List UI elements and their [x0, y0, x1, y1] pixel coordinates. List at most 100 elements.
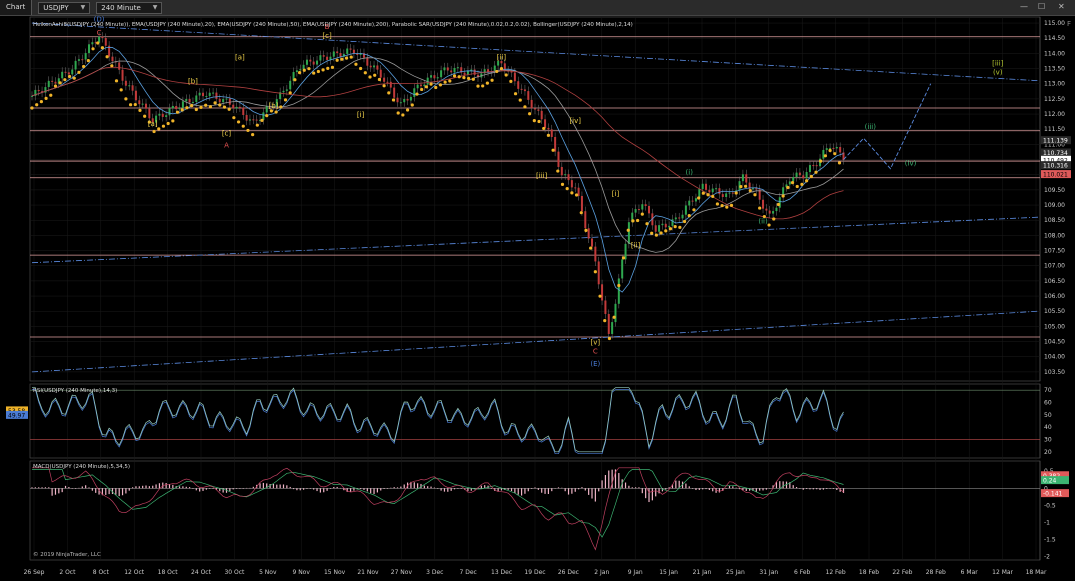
sar-dot — [171, 119, 175, 123]
macd-histogram-bar — [343, 488, 345, 491]
candle — [587, 228, 590, 239]
candle — [637, 209, 640, 211]
macd-histogram-bar — [296, 488, 298, 491]
sar-dot — [161, 124, 166, 128]
price-y-tick: 107.50 — [1044, 248, 1065, 255]
macd-histogram-bar — [138, 486, 140, 489]
macd-histogram-bar — [373, 488, 375, 494]
instrument-select[interactable]: USDJPY ▼ — [38, 1, 91, 14]
ema-200-line — [31, 66, 844, 220]
macd-histogram-bar — [276, 484, 278, 489]
chart-tab[interactable]: Chart — [0, 0, 33, 15]
macd-histogram-bar — [541, 488, 543, 493]
back-arrow-icon[interactable]: ← — [1019, 23, 1029, 37]
candle — [222, 99, 225, 103]
sar-dot — [227, 107, 231, 111]
macd-histogram-bar — [470, 488, 472, 491]
macd-histogram-bar — [510, 488, 513, 492]
price-y-tick: 108.00 — [1044, 232, 1065, 239]
sar-dot — [621, 256, 626, 260]
sar-dot — [523, 105, 527, 109]
macd-histogram-bar — [775, 481, 778, 489]
price-y-tick: 112.50 — [1044, 96, 1065, 103]
macd-y-tick: -1 — [1044, 519, 1050, 526]
candle — [735, 190, 738, 193]
candle — [544, 119, 547, 128]
wave-label: [v] — [591, 339, 601, 347]
macd-histogram-bar — [326, 488, 328, 491]
candle — [175, 105, 178, 110]
wave-label: [ii] — [631, 242, 641, 250]
macd-histogram-bar — [614, 469, 617, 489]
instrument-label: USDJPY — [43, 3, 69, 12]
candle — [446, 67, 449, 71]
timeframe-select[interactable]: 240 Minute ▼ — [96, 1, 163, 14]
macd-histogram-bar — [142, 485, 144, 489]
candle — [450, 70, 453, 73]
sar-dot — [166, 121, 170, 126]
macd-histogram-bar — [584, 488, 586, 491]
macd-histogram-bar — [306, 488, 308, 489]
sar-dot — [607, 336, 612, 341]
macd-histogram-bar — [457, 488, 459, 489]
candle — [242, 107, 245, 116]
candle — [473, 69, 476, 75]
rsi-signal-line — [32, 389, 844, 455]
sar-dot — [297, 71, 302, 75]
macd-signal-line — [32, 469, 844, 538]
sar-dot — [476, 84, 480, 88]
candle — [842, 152, 845, 160]
candle — [634, 209, 637, 213]
sar-dot — [288, 91, 292, 95]
macd-histogram-bar — [624, 482, 627, 489]
candle — [41, 91, 44, 93]
sar-dot — [91, 47, 95, 51]
price-label: 111.139 — [1043, 138, 1068, 145]
candle — [755, 188, 758, 190]
candle — [617, 278, 620, 304]
minimize-icon[interactable]: — — [1020, 2, 1028, 11]
sar-dot — [786, 185, 790, 190]
x-tick-label: 26 Sep — [24, 569, 45, 576]
sar-dot — [776, 202, 781, 207]
candle — [678, 217, 681, 219]
macd-histogram-bar — [209, 488, 211, 489]
candle — [624, 243, 627, 260]
sar-dot — [603, 319, 607, 323]
candle — [607, 313, 610, 334]
macd-histogram-bar — [547, 488, 550, 494]
sar-dot — [560, 182, 565, 187]
candle — [399, 102, 402, 104]
candle — [262, 112, 265, 120]
maximize-icon[interactable]: ☐ — [1038, 2, 1045, 11]
f-button[interactable]: F — [1067, 20, 1071, 28]
candle — [815, 165, 818, 167]
price-label: 110.492 — [1043, 157, 1068, 164]
candle — [560, 166, 563, 176]
macd-histogram-bar — [225, 488, 228, 493]
candle — [202, 92, 205, 97]
wave-label: [a] — [148, 120, 158, 128]
sar-dot — [734, 191, 738, 195]
candle — [443, 67, 446, 71]
macd-histogram-bar — [594, 488, 596, 502]
macd-histogram-bar — [182, 486, 184, 489]
sar-dot — [30, 106, 34, 110]
macd-histogram-bar — [128, 488, 130, 491]
macd-histogram-bar — [232, 488, 234, 490]
chart-area[interactable]: 115.00 114.50 114.00 113.50 113.00 112.50 112.… — [0, 0, 1075, 581]
sar-dot — [654, 233, 658, 237]
macd-histogram-bar — [366, 488, 368, 492]
close-icon[interactable]: ✕ — [1058, 2, 1065, 11]
candle — [440, 70, 443, 78]
price-y-tick: 111.50 — [1044, 126, 1065, 133]
macd-histogram-bar — [199, 488, 201, 492]
candle — [128, 85, 131, 87]
macd-histogram-bar — [628, 485, 630, 489]
candle — [272, 106, 275, 108]
sar-dot — [659, 231, 663, 235]
wave-label: [i] — [612, 190, 620, 198]
macd-histogram-bar — [795, 487, 798, 489]
macd-histogram-bar — [71, 488, 73, 489]
macd-histogram-bar — [722, 488, 724, 491]
